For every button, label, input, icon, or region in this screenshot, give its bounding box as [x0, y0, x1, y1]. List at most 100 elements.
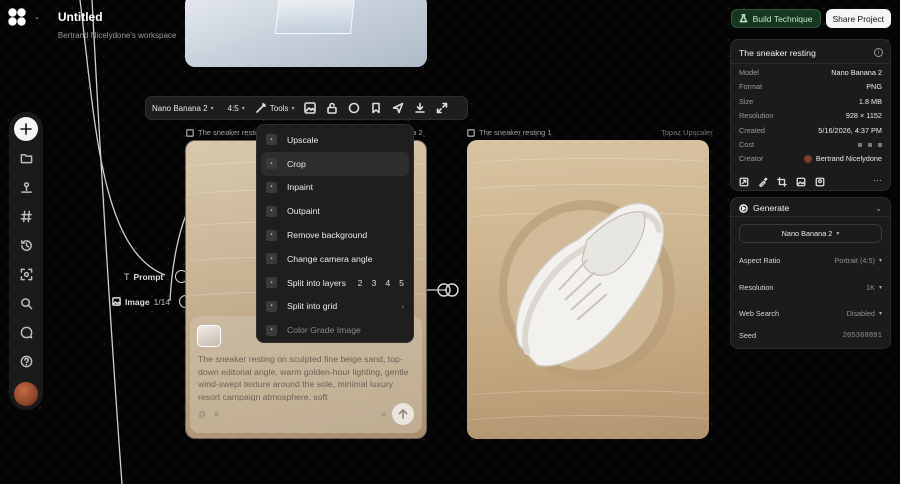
unlock-icon[interactable] [326, 102, 338, 114]
grid-icon: ▪ [266, 300, 277, 312]
project-title[interactable]: Untitled [58, 10, 176, 24]
settings-sliders-icon[interactable]: ≡ [381, 410, 386, 419]
image-edit-icon[interactable] [304, 102, 317, 114]
chevron-down-icon: ▾ [878, 258, 882, 264]
right-image-caption: The sneaker resting 1 [467, 128, 552, 137]
sidebar [9, 112, 43, 410]
search-icon [20, 297, 32, 309]
model-select[interactable]: Nano Banana 2 ▾ [152, 104, 214, 113]
info-icon[interactable]: i [874, 48, 883, 57]
brush-icon[interactable] [758, 177, 768, 187]
web-search-row[interactable]: Web Search Disabled ▾ [739, 309, 882, 318]
remove-bg-icon: ▪ [266, 229, 277, 241]
wand-icon [255, 102, 267, 113]
sidebar-item-assets[interactable] [14, 146, 38, 170]
chevron-right-icon: › [401, 301, 404, 311]
hash-icon [20, 210, 32, 222]
generate-header[interactable]: Generate ⌄ [739, 203, 882, 213]
ratio-select[interactable]: 4:5 ▾ [228, 104, 245, 113]
seed-row[interactable]: Seed 205368891 [739, 331, 882, 340]
tools-menu-label: Split into grid [287, 301, 338, 312]
chat-icon [20, 326, 32, 338]
image-edit-icon[interactable] [796, 177, 806, 187]
sidebar-item-history[interactable] [14, 233, 38, 257]
info-row: Size 1.8 MB [739, 97, 882, 106]
prompt-port[interactable]: T Prompt [124, 270, 189, 283]
arrow-up-icon [398, 409, 408, 419]
sidebar-item-search[interactable] [14, 291, 38, 315]
info-row: Resolution 928 × 1152 [739, 111, 882, 120]
tools-menu-item[interactable]: ▪ Split into layers 2 3 4 5 [261, 271, 409, 295]
info-value: Bertrand Nicelydone [803, 154, 882, 163]
send-icon[interactable] [392, 102, 404, 114]
send-button[interactable] [392, 403, 414, 425]
logo-icon[interactable] [8, 8, 26, 26]
tools-menu-label: Color Grade Image [287, 325, 361, 336]
tools-menu-item[interactable]: ▪ Color Grade Image [261, 318, 409, 342]
share-project-button[interactable]: Share Project [825, 9, 891, 28]
info-value: Nano Banana 2 [831, 68, 882, 77]
sidebar-item-scan[interactable] [14, 262, 38, 286]
expand-icon[interactable] [436, 102, 448, 114]
tools-menu-button[interactable]: Tools ▾ [255, 102, 295, 114]
tools-menu-item[interactable]: ▪ Outpaint [261, 199, 409, 223]
previous-image-card[interactable] [185, 0, 427, 67]
layer-count-option[interactable]: 2 [358, 278, 363, 288]
cost-indicator [868, 142, 872, 147]
upscale-icon: ▪ [266, 134, 277, 146]
chevron-down-icon: ▾ [878, 285, 882, 291]
build-technique-button[interactable]: Build Technique [730, 9, 821, 28]
add-button[interactable] [14, 117, 38, 141]
generate-model-select[interactable]: Nano Banana 2 ▾ [739, 224, 882, 243]
link-handle[interactable] [436, 282, 462, 298]
info-value-text: Nano Banana 2 [831, 68, 882, 77]
chevron-down-icon[interactable]: ⌄ [34, 13, 40, 21]
sidebar-item-upload[interactable] [14, 175, 38, 199]
chevron-down-icon: ▾ [291, 105, 295, 112]
tools-menu-label: Outpaint [287, 206, 320, 217]
remove-bg-icon[interactable] [815, 177, 825, 187]
resolution-row[interactable]: Resolution 1K ▾ [739, 283, 882, 292]
right-image-card[interactable] [467, 140, 709, 439]
more-icon[interactable]: ··· [873, 176, 882, 187]
text-icon: T [124, 271, 130, 282]
crop-icon: ▪ [266, 158, 277, 170]
info-row: Cost [739, 140, 882, 149]
layer-count-option[interactable]: 3 [371, 278, 376, 288]
reference-thumbnail[interactable] [197, 325, 221, 347]
info-key: Resolution [739, 111, 774, 121]
tools-menu-item[interactable]: ▪ Inpaint [261, 176, 409, 200]
left-image-caption: The sneaker resting [186, 128, 264, 137]
tools-menu-label: Split into layers [287, 277, 346, 288]
tools-menu-label: Crop [287, 158, 306, 169]
image-icon [112, 297, 121, 306]
tools-menu-item[interactable]: ▪ Crop [261, 151, 409, 176]
hash-icon[interactable]: # [214, 410, 218, 419]
aspect-ratio-row[interactable]: Aspect Ratio Portrait (4:5) ▾ [739, 256, 882, 265]
at-icon[interactable]: @ [198, 410, 206, 419]
sidebar-item-help[interactable] [14, 349, 38, 373]
upscale-icon[interactable] [739, 177, 749, 187]
circle-icon[interactable] [348, 102, 360, 114]
download-icon[interactable] [414, 102, 426, 114]
sidebar-item-chat[interactable] [14, 320, 38, 344]
prompt-text[interactable]: The sneaker resting on sculpted fine bei… [198, 353, 413, 401]
crop-icon[interactable] [777, 177, 787, 187]
tools-menu-item[interactable]: ▪ Split into grid › [261, 295, 409, 319]
avatar[interactable] [14, 382, 38, 406]
tools-menu-item[interactable]: ▪ Change camera angle [261, 247, 409, 271]
chevron-down-icon: ▾ [836, 231, 840, 237]
sidebar-item-tags[interactable] [14, 204, 38, 228]
upscaler-tag: Topaz Upscaler [661, 128, 713, 137]
tools-menu-item[interactable]: ▪ Upscale [261, 128, 409, 152]
info-key: Size [739, 96, 754, 106]
tools-menu-item[interactable]: ▪ Remove background [261, 223, 409, 247]
upload-icon [20, 181, 32, 193]
bookmark-icon[interactable] [370, 102, 382, 114]
layers-icon: ▪ [266, 277, 277, 289]
creator-avatar [803, 154, 812, 163]
header-actions: Build Technique Share Project [730, 9, 891, 28]
layer-count-option[interactable]: 4 [385, 278, 390, 288]
image-port[interactable]: Image 1/14 [112, 295, 193, 308]
layer-count-option[interactable]: 5 [399, 278, 404, 288]
